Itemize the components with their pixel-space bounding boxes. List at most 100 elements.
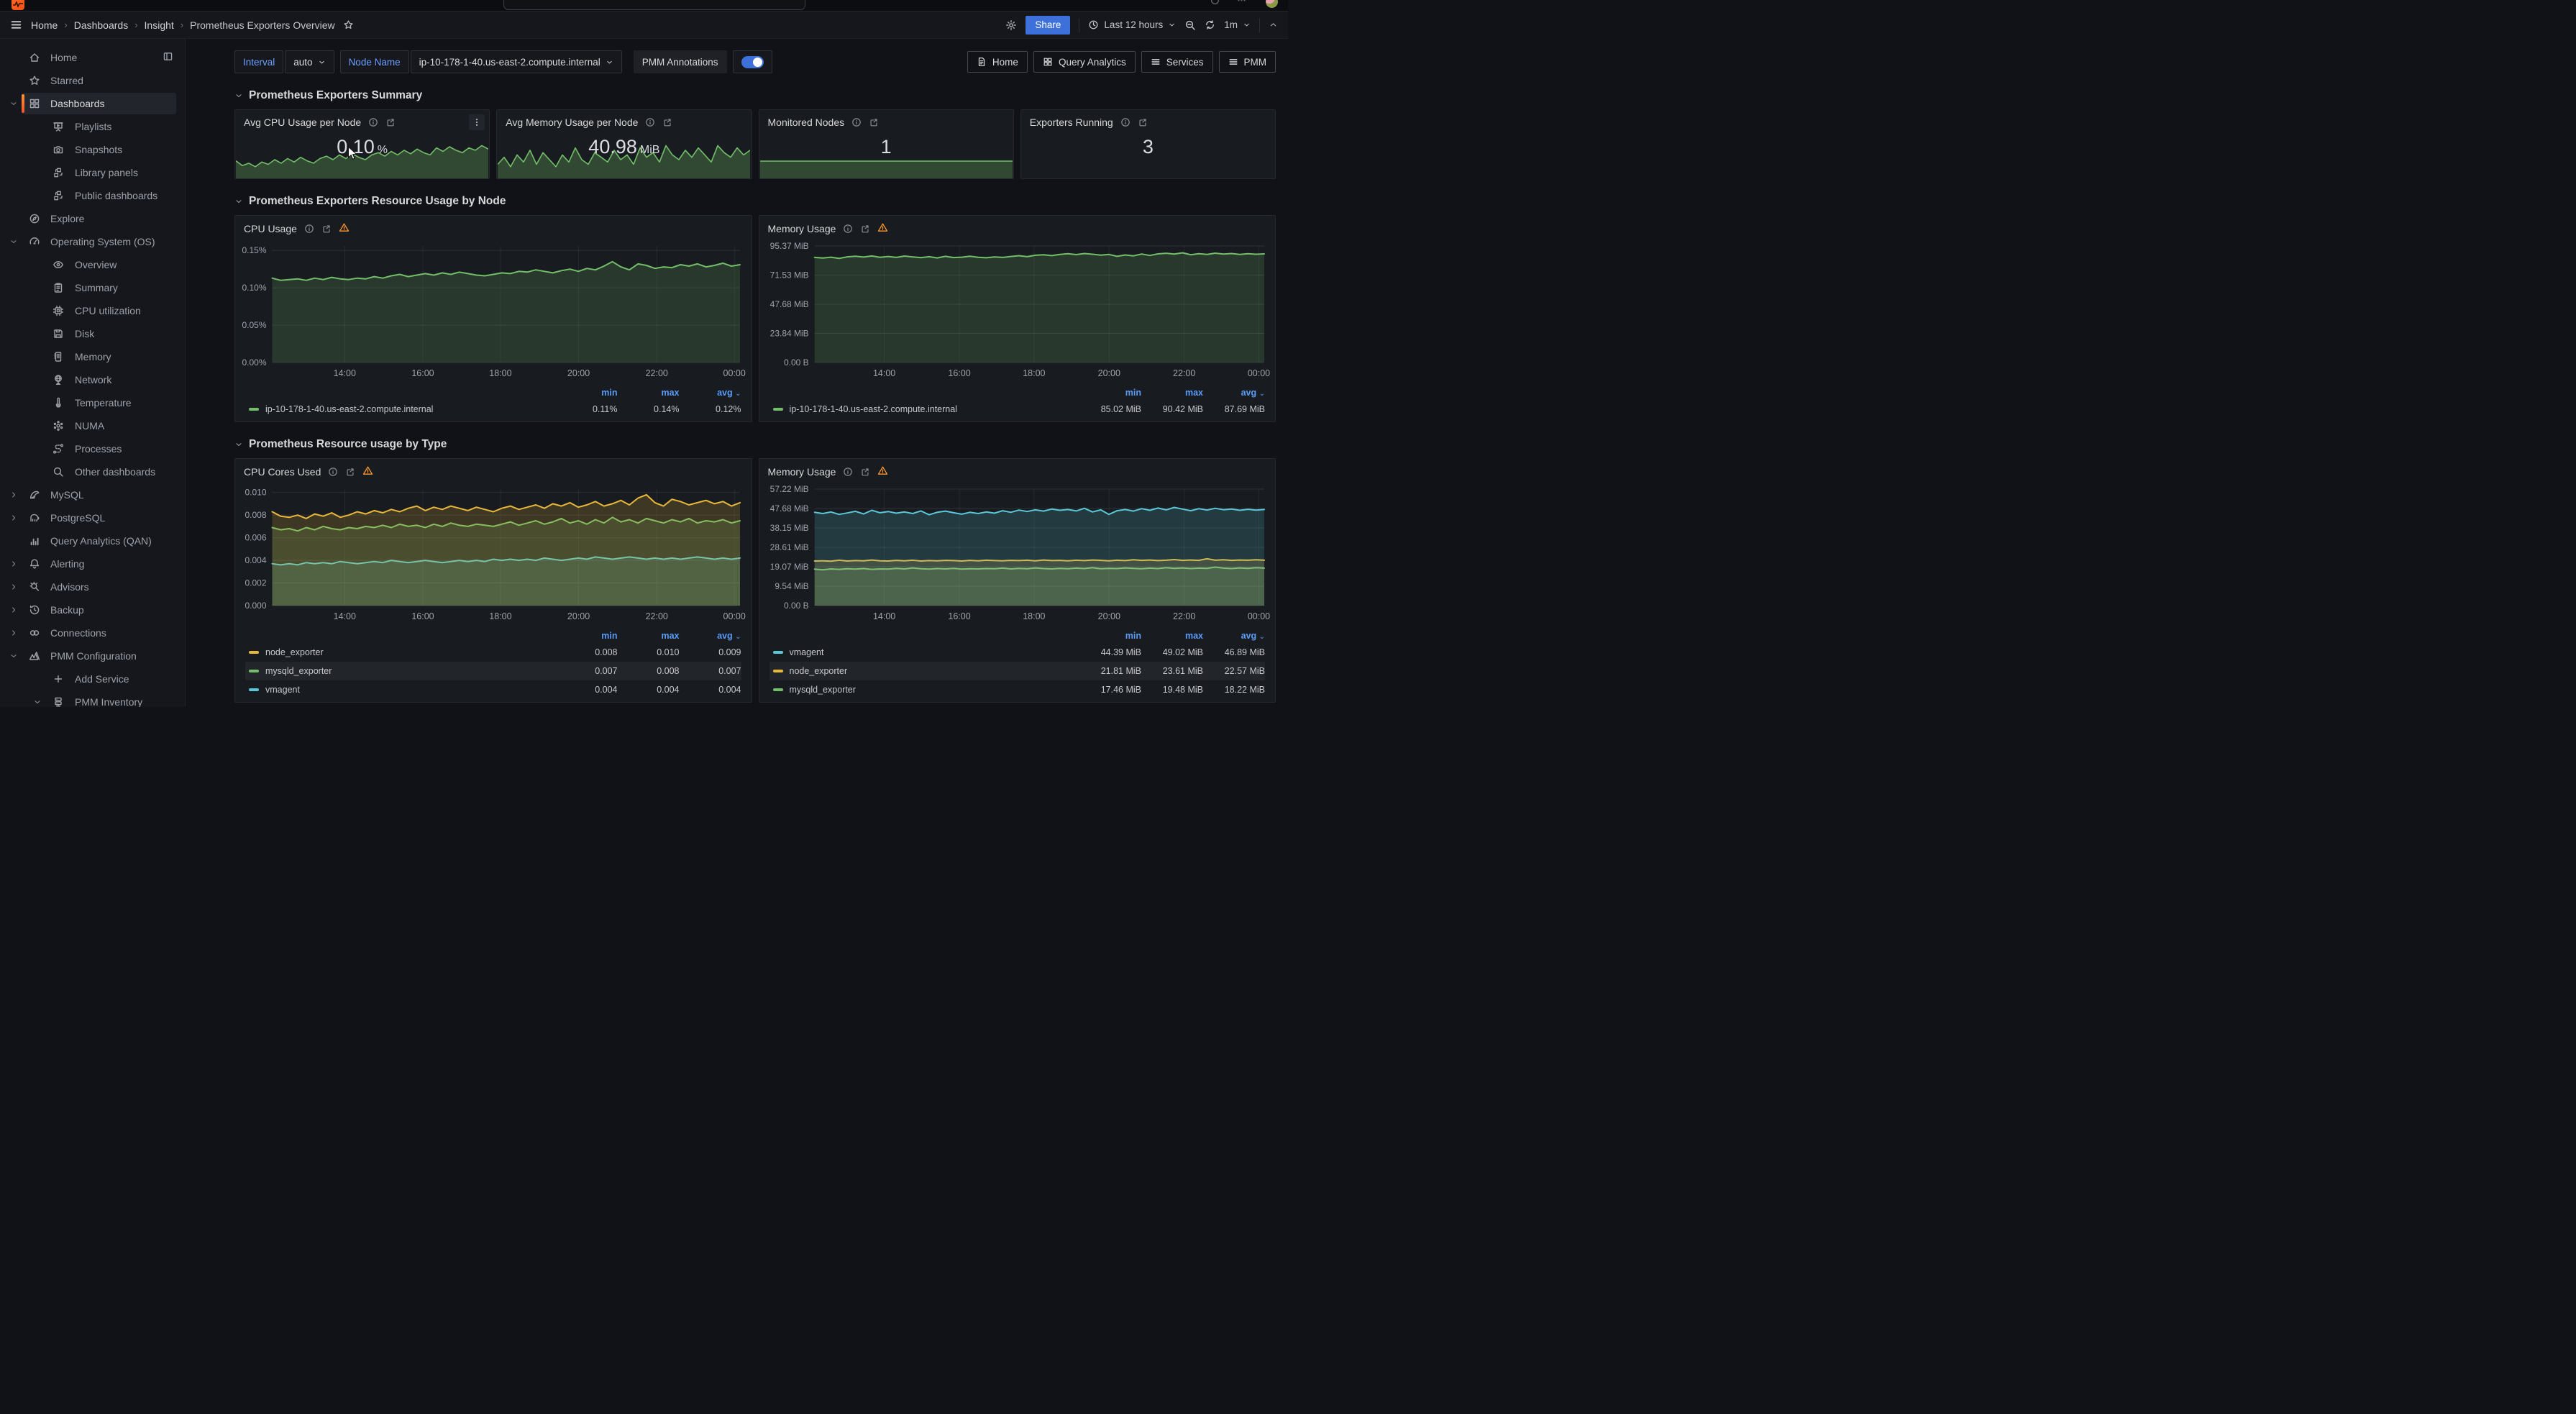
legend-sort-min[interactable]: min [1079, 388, 1141, 398]
sidebar-item-alerting[interactable]: Alerting [0, 552, 185, 575]
sidebar-item-connections[interactable]: Connections [0, 621, 185, 644]
panel-title[interactable]: Memory Usage [768, 223, 836, 234]
gear-icon[interactable] [1005, 19, 1017, 31]
external-icon[interactable] [385, 117, 396, 127]
sidebar-item-overview[interactable]: Overview [0, 253, 185, 276]
series-name[interactable]: ip-10-178-1-40.us-east-2.compute.interna… [265, 404, 556, 414]
info-icon[interactable] [1120, 117, 1131, 127]
expand-chevron[interactable] [9, 560, 18, 568]
refresh-interval-dropdown[interactable]: 1m [1224, 19, 1251, 30]
panel-menu-button[interactable] [469, 114, 485, 130]
expand-chevron[interactable] [9, 514, 18, 522]
link-button-pmm[interactable]: PMM [1219, 51, 1276, 73]
warning-icon[interactable] [339, 222, 350, 233]
legend-sort-min[interactable]: min [1079, 631, 1141, 641]
share-button[interactable]: Share [1026, 16, 1070, 35]
expand-chevron[interactable] [9, 237, 18, 246]
node-name-select[interactable]: ip-10-178-1-40.us-east-2.compute.interna… [411, 50, 622, 73]
interval-select[interactable]: auto [285, 50, 334, 73]
panel-title[interactable]: Monitored Nodes [768, 117, 845, 128]
sidebar-item-query-analytics-qan[interactable]: Query Analytics (QAN) [0, 529, 185, 552]
expand-chevron[interactable] [9, 629, 18, 637]
section-header[interactable]: Prometheus Exporters Resource Usage by N… [234, 193, 1276, 210]
legend-sort-avg[interactable]: avg ⌄ [1203, 388, 1265, 398]
sidebar-item-add-service[interactable]: Add Service [0, 667, 185, 690]
external-icon[interactable] [662, 117, 672, 127]
help-icon[interactable] [1210, 0, 1220, 9]
panel-title[interactable]: CPU Usage [244, 223, 297, 234]
sidebar-item-other-dashboards[interactable]: Other dashboards [0, 460, 185, 483]
breadcrumb-item[interactable]: Dashboards [74, 19, 129, 31]
breadcrumb-item[interactable]: Prometheus Exporters Overview [190, 19, 335, 31]
settings-gear-icon[interactable] [1005, 19, 1017, 31]
sidebar-item-public-dashboards[interactable]: Public dashboards [0, 184, 185, 207]
series-name[interactable]: vmagent [265, 685, 556, 695]
pmm-annotations-toggle[interactable] [741, 56, 764, 68]
info-icon[interactable] [368, 117, 378, 127]
sidebar-item-operating-system-os[interactable]: Operating System (OS) [0, 230, 185, 253]
panel-title[interactable]: Exporters Running [1030, 117, 1113, 128]
expand-chevron[interactable] [9, 99, 18, 108]
sidebar-item-disk[interactable]: Disk [0, 322, 185, 345]
panel-title[interactable]: Avg Memory Usage per Node [506, 117, 638, 128]
warning-icon[interactable] [362, 465, 373, 476]
sidebar-item-snapshots[interactable]: Snapshots [0, 138, 185, 161]
sidebar-item-home[interactable]: Home [0, 46, 185, 69]
legend-sort-avg[interactable]: avg ⌄ [680, 388, 741, 398]
sidebar-item-processes[interactable]: Processes [0, 437, 185, 460]
time-series-chart[interactable]: 0.15%0.10%0.05%0.00%14:0016:0018:0020:00… [241, 240, 746, 381]
pmm-logo[interactable] [12, 0, 24, 10]
info-icon[interactable] [304, 224, 314, 234]
external-icon[interactable] [860, 467, 870, 477]
link-button-query-analytics[interactable]: Query Analytics [1033, 51, 1136, 73]
time-series-chart[interactable]: 95.37 MiB71.53 MiB47.68 MiB23.84 MiB0.00… [765, 240, 1270, 381]
info-icon[interactable] [843, 467, 853, 477]
external-icon[interactable] [1138, 117, 1148, 127]
sidebar-item-mysql[interactable]: MySQL [0, 483, 185, 506]
legend-sort-max[interactable]: max [1141, 631, 1203, 641]
sidebar-item-memory[interactable]: Memory [0, 345, 185, 368]
sidebar-item-backup[interactable]: Backup [0, 598, 185, 621]
series-name[interactable]: node_exporter [790, 666, 1080, 676]
user-avatar[interactable] [1266, 0, 1278, 8]
panel-title[interactable]: Memory Usage [768, 466, 836, 478]
info-icon[interactable] [328, 467, 338, 477]
series-name[interactable]: ip-10-178-1-40.us-east-2.compute.interna… [790, 404, 1080, 414]
time-series-chart[interactable]: 0.0100.0080.0060.0040.0020.00014:0016:00… [241, 483, 746, 624]
menu-toggle-icon[interactable] [10, 19, 22, 31]
legend-sort-max[interactable]: max [618, 388, 680, 398]
expand-chevron[interactable] [9, 606, 18, 614]
sidebar-item-starred[interactable]: Starred [0, 69, 185, 92]
external-icon[interactable] [860, 224, 870, 234]
more-icon[interactable] [1237, 0, 1246, 9]
expand-chevron[interactable] [9, 491, 18, 499]
expand-chevron[interactable] [9, 583, 18, 591]
warning-icon[interactable] [877, 222, 888, 233]
global-search-input[interactable] [503, 0, 805, 10]
sidebar-item-network[interactable]: Network [0, 368, 185, 391]
breadcrumb-item[interactable]: Insight [145, 19, 174, 31]
legend-sort-avg[interactable]: avg ⌄ [680, 631, 741, 641]
sidebar-item-explore[interactable]: Explore [0, 207, 185, 230]
sidebar-item-library-panels[interactable]: Library panels [0, 161, 185, 184]
legend-sort-min[interactable]: min [556, 388, 618, 398]
external-icon[interactable] [869, 117, 879, 127]
series-name[interactable]: node_exporter [265, 647, 556, 657]
link-button-home[interactable]: Home [967, 51, 1028, 73]
legend-sort-max[interactable]: max [1141, 388, 1203, 398]
sidebar-item-summary[interactable]: Summary [0, 276, 185, 299]
link-button-services[interactable]: Services [1141, 51, 1213, 73]
legend-sort-max[interactable]: max [618, 631, 680, 641]
refresh-button[interactable] [1205, 19, 1215, 30]
zoom-out-button[interactable] [1184, 19, 1196, 31]
collapse-topbar-icon[interactable] [1269, 20, 1278, 29]
dock-sidebar-button[interactable] [163, 51, 173, 64]
sidebar-item-temperature[interactable]: Temperature [0, 391, 185, 414]
panel-title[interactable]: Avg CPU Usage per Node [244, 117, 361, 128]
series-name[interactable]: vmagent [790, 647, 1080, 657]
breadcrumb-item[interactable]: Home [31, 19, 58, 31]
series-name[interactable]: mysqld_exporter [265, 666, 556, 676]
warning-icon[interactable] [877, 465, 888, 476]
time-range-picker[interactable]: Last 12 hours [1088, 19, 1176, 30]
sidebar-item-pmm-inventory[interactable]: PMM Inventory [0, 690, 185, 707]
